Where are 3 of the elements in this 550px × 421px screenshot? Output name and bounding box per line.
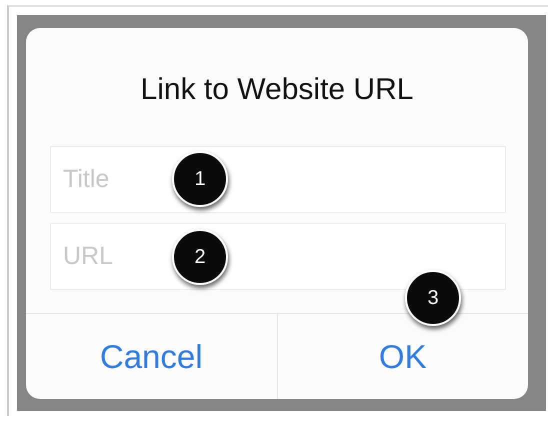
dialog-title: Link to Website URL (140, 72, 414, 108)
dialog-button[interactable]: Cancel (26, 314, 276, 399)
callout-badge: 3 (405, 270, 461, 326)
